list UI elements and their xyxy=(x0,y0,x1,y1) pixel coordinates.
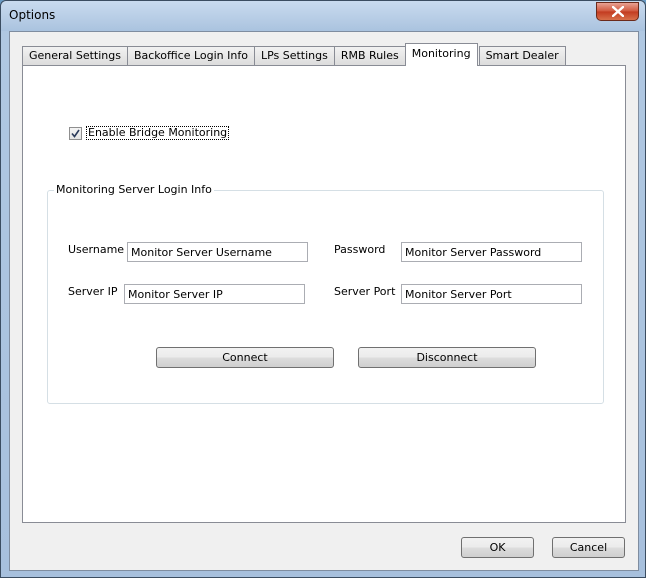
server-ip-label: Server IP xyxy=(68,285,118,298)
tab-monitoring[interactable]: Monitoring xyxy=(404,43,478,66)
username-label: Username xyxy=(68,243,125,256)
tab-backoffice-login-info[interactable]: Backoffice Login Info xyxy=(126,46,255,66)
options-dialog: Options General Settings Backoffice Logi… xyxy=(0,0,646,578)
title-bar[interactable]: Options xyxy=(1,1,645,31)
cancel-button[interactable]: Cancel xyxy=(552,537,625,558)
disconnect-button[interactable]: Disconnect xyxy=(358,347,536,368)
groupbox-title: Monitoring Server Login Info xyxy=(54,183,214,196)
dialog-client-area: General Settings Backoffice Login Info L… xyxy=(9,31,639,571)
server-port-label: Server Port xyxy=(334,285,396,298)
window-title: Options xyxy=(9,8,56,22)
server-port-input[interactable] xyxy=(401,284,582,304)
close-button[interactable] xyxy=(596,2,639,21)
enable-bridge-monitoring-label[interactable]: Enable Bridge Monitoring xyxy=(86,126,230,140)
enable-bridge-monitoring-checkbox-row[interactable]: Enable Bridge Monitoring xyxy=(69,126,230,140)
connect-button[interactable]: Connect xyxy=(156,347,334,368)
tab-general-settings[interactable]: General Settings xyxy=(22,46,128,66)
tab-strip: General Settings Backoffice Login Info L… xyxy=(22,43,566,66)
tab-lps-settings[interactable]: LPs Settings xyxy=(253,46,335,66)
password-label: Password xyxy=(334,243,386,256)
username-input[interactable] xyxy=(127,242,308,262)
ok-button[interactable]: OK xyxy=(461,537,534,558)
tab-smart-dealer[interactable]: Smart Dealer xyxy=(478,46,566,66)
checkmark-icon xyxy=(71,129,80,138)
monitoring-server-login-groupbox: Monitoring Server Login Info Username Pa… xyxy=(47,183,604,404)
monitoring-tab-panel: Enable Bridge Monitoring Monitoring Serv… xyxy=(22,65,626,523)
enable-bridge-monitoring-checkbox[interactable] xyxy=(69,126,82,140)
server-ip-input[interactable] xyxy=(124,284,305,304)
close-icon xyxy=(611,6,624,17)
password-input[interactable] xyxy=(401,242,582,262)
tab-rmb-rules[interactable]: RMB Rules xyxy=(333,46,406,66)
